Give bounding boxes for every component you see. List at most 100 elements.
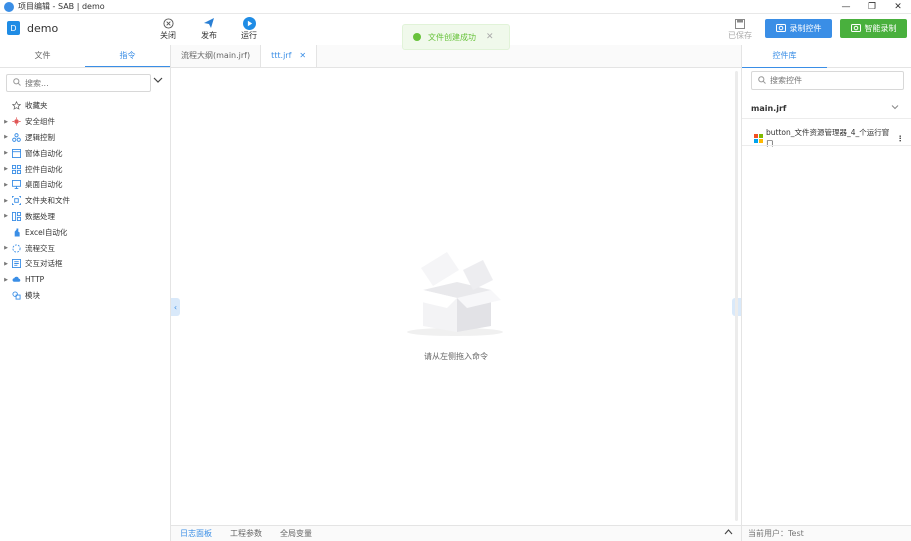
dialog-icon xyxy=(12,259,21,269)
tab-global-vars[interactable]: 全局变量 xyxy=(271,528,321,539)
tab-log-panel[interactable]: 日志面板 xyxy=(171,528,221,539)
tree-item-label: 模块 xyxy=(25,290,40,300)
close-circle-icon xyxy=(153,16,183,30)
search-icon xyxy=(758,75,766,86)
caret-right-icon[interactable]: ▶ xyxy=(0,198,12,204)
tab-commands[interactable]: 指令 xyxy=(85,45,170,67)
send-icon xyxy=(194,16,224,30)
current-user-status: 当前用户：Test xyxy=(742,525,911,541)
tree-item-label: 控件自动化 xyxy=(25,164,63,174)
tab-control-library[interactable]: 控件库 xyxy=(742,45,827,68)
editor-area: 流程大纲(main.jrf) ttt.jrf✕ ‹ › 请从左侧拖入命令 日志面… xyxy=(171,45,741,541)
window-titlebar: 项目编辑 - SAB | demo — ❐ ✕ xyxy=(0,0,911,14)
record-control-label: 录制控件 xyxy=(789,24,822,33)
editor-scrollbar[interactable] xyxy=(735,71,738,521)
chevron-up-icon[interactable] xyxy=(724,528,733,537)
tree-item[interactable]: ▶ 数据处理 xyxy=(0,209,171,225)
tree-item[interactable]: 模块 xyxy=(0,288,171,304)
grid-icon xyxy=(12,164,21,174)
caret-right-icon[interactable]: ▶ xyxy=(0,150,12,156)
collapse-left-button[interactable]: ‹ xyxy=(171,298,180,316)
caret-right-icon[interactable]: ▶ xyxy=(0,134,12,140)
project-badge: D xyxy=(7,21,20,35)
close-label: 关闭 xyxy=(160,31,176,40)
tree-item[interactable]: ▶ 流程交互 xyxy=(0,240,171,256)
window-icon xyxy=(12,148,21,158)
success-check-icon xyxy=(413,33,421,41)
tree-item[interactable]: ▶ 交互对话框 xyxy=(0,256,171,272)
shield-icon xyxy=(12,117,21,126)
tab-main-outline[interactable]: 流程大纲(main.jrf) xyxy=(171,45,262,67)
monitor-icon xyxy=(12,180,21,190)
control-file-name[interactable]: main.jrf xyxy=(751,104,786,113)
publish-button[interactable]: 发布 xyxy=(194,16,224,41)
star-icon xyxy=(12,101,21,111)
caret-right-icon[interactable]: ▶ xyxy=(0,119,12,125)
tree-item[interactable]: 收藏夹 xyxy=(0,98,171,114)
project-name: demo xyxy=(27,22,59,35)
divider xyxy=(742,145,911,146)
tree-item-label: 交互对话框 xyxy=(25,259,63,269)
caret-right-icon[interactable]: ▶ xyxy=(0,166,12,172)
toast-message: 文件创建成功 xyxy=(428,32,476,42)
window-controls: — ❐ ✕ xyxy=(833,0,911,14)
command-search-input[interactable] xyxy=(25,78,135,88)
close-window-button[interactable]: ✕ xyxy=(885,0,911,14)
tree-item[interactable]: ▶ 文件夹和文件 xyxy=(0,193,171,209)
logic-icon xyxy=(12,133,21,142)
empty-box-illustration xyxy=(407,240,507,340)
tree-item[interactable]: ▶ HTTP xyxy=(0,272,171,288)
record-control-button[interactable]: 录制控件 xyxy=(765,19,832,38)
control-search-input[interactable] xyxy=(770,76,890,85)
tree-item-label: 数据处理 xyxy=(25,211,55,221)
caret-right-icon[interactable]: ▶ xyxy=(0,261,12,267)
app-icon xyxy=(4,1,14,12)
caret-right-icon[interactable]: ▶ xyxy=(0,182,12,188)
module-icon xyxy=(12,291,21,300)
smart-record-label: 智能录制 xyxy=(864,24,897,33)
minimize-button[interactable]: — xyxy=(833,0,859,14)
flow-icon xyxy=(12,244,21,253)
publish-label: 发布 xyxy=(201,31,217,40)
windows-logo-icon xyxy=(754,133,763,143)
toast-close-icon[interactable]: ✕ xyxy=(486,32,494,42)
tree-item-label: 文件夹和文件 xyxy=(25,196,70,206)
right-panel: 控件库 main.jrf button_文件资源管理器_4_个运行窗口 ⋮ 当前… xyxy=(741,45,911,541)
tree-item[interactable]: ▶ 逻辑控制 xyxy=(0,130,171,146)
saved-label: 已保存 xyxy=(728,31,752,40)
caret-right-icon[interactable]: ▶ xyxy=(0,245,12,251)
command-tree: 收藏夹 ▶ 安全组件 ▶ 逻辑控制 ▶ 窗体自动化 ▶ 控件自动化 ▶ 桌面自动化 ▶ 文件夹和文件 ▶ 数… xyxy=(0,98,171,303)
tree-item[interactable]: Excel自动化 xyxy=(0,224,171,240)
run-label: 运行 xyxy=(241,31,257,40)
tree-item-label: 流程交互 xyxy=(25,243,55,253)
tree-item[interactable]: ▶ 桌面自动化 xyxy=(0,177,171,193)
save-icon xyxy=(727,17,753,30)
caret-right-icon[interactable]: ▶ xyxy=(0,277,12,283)
chevron-down-icon[interactable] xyxy=(891,103,899,112)
tab-project-params[interactable]: 工程参数 xyxy=(221,528,271,539)
search-icon xyxy=(13,78,21,88)
success-toast: 文件创建成功 ✕ xyxy=(402,24,510,50)
caret-right-icon[interactable]: ▶ xyxy=(0,213,12,219)
tree-item-label: 安全组件 xyxy=(25,117,55,127)
excel-icon xyxy=(12,228,21,237)
restore-button[interactable]: ❐ xyxy=(859,0,885,14)
tab-label: 流程大纲(main.jrf) xyxy=(181,51,251,60)
divider xyxy=(742,118,911,119)
tree-item[interactable]: ▶ 安全组件 xyxy=(0,114,171,130)
tree-item[interactable]: ▶ 控件自动化 xyxy=(0,161,171,177)
save-status[interactable]: 已保存 xyxy=(727,17,753,41)
close-tab-icon[interactable]: ✕ xyxy=(299,51,306,60)
close-button[interactable]: 关闭 xyxy=(153,16,183,41)
tab-files[interactable]: 文件 xyxy=(0,45,85,67)
run-button[interactable]: 运行 xyxy=(234,16,264,41)
chevron-down-icon[interactable] xyxy=(153,77,163,87)
tab-ttt[interactable]: ttt.jrf ✕ xyxy=(261,45,318,67)
cloud-icon xyxy=(12,275,21,284)
command-search-box[interactable] xyxy=(6,74,151,92)
tree-item[interactable]: ▶ 窗体自动化 xyxy=(0,145,171,161)
more-options-icon[interactable]: ⋮ xyxy=(897,134,905,143)
tab-label: ttt.jrf xyxy=(271,51,292,60)
smart-record-button[interactable]: 智能录制 xyxy=(840,19,907,38)
control-search-box[interactable] xyxy=(751,71,904,90)
